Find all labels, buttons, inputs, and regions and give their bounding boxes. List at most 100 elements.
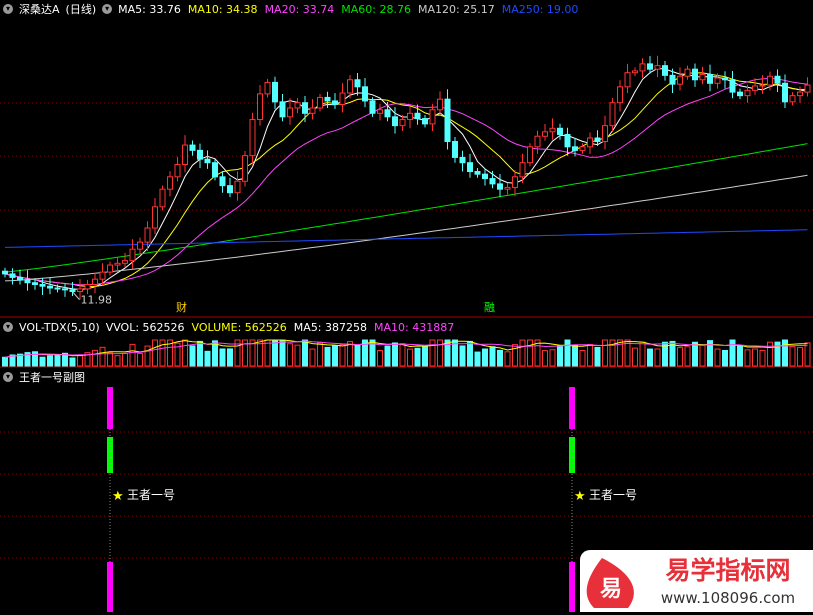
candle-body[interactable] xyxy=(767,75,773,86)
candle-body[interactable] xyxy=(129,248,136,262)
volume-bar[interactable] xyxy=(272,339,278,367)
volume-bar[interactable] xyxy=(782,339,788,367)
volume-bar[interactable] xyxy=(632,347,638,367)
candle-body[interactable] xyxy=(234,180,241,194)
period-label[interactable]: (日线) xyxy=(66,1,97,17)
volume-bar[interactable] xyxy=(737,345,743,367)
ma-settings-icon[interactable]: ▾ xyxy=(102,4,113,14)
candle-body[interactable] xyxy=(414,112,421,120)
volume-bar[interactable] xyxy=(99,346,106,367)
volume-bar[interactable] xyxy=(129,343,136,367)
candle-body[interactable] xyxy=(309,107,316,114)
volume-bar[interactable] xyxy=(309,348,316,367)
candle-body[interactable] xyxy=(429,109,436,125)
volume-bar[interactable] xyxy=(564,339,571,367)
volume-bar[interactable] xyxy=(2,356,8,367)
candle-body[interactable] xyxy=(594,137,601,143)
candle-body[interactable] xyxy=(279,101,286,118)
volume-bar[interactable] xyxy=(459,345,466,367)
candle-body[interactable] xyxy=(699,73,706,81)
price-chart[interactable]: 11.98 财 融 xyxy=(0,18,813,318)
candle-body[interactable] xyxy=(272,81,278,103)
candle-body[interactable] xyxy=(797,91,803,97)
candle-body[interactable] xyxy=(677,75,683,85)
candle-body[interactable] xyxy=(249,118,256,157)
candle-body[interactable] xyxy=(122,260,128,264)
candle-body[interactable] xyxy=(399,118,406,127)
candle-body[interactable] xyxy=(707,73,713,84)
volume-bar[interactable] xyxy=(467,340,473,367)
volume-bar[interactable] xyxy=(407,348,413,367)
volume-bar[interactable] xyxy=(39,356,46,367)
volume-bar[interactable] xyxy=(204,350,211,367)
candle-body[interactable] xyxy=(549,127,556,133)
candle-body[interactable] xyxy=(632,70,638,74)
candle-body[interactable] xyxy=(474,171,481,175)
sub-panel-title[interactable]: 王者一号副图 xyxy=(19,369,85,385)
candle-body[interactable] xyxy=(384,109,391,118)
volume-bar[interactable] xyxy=(549,349,556,367)
candle-body[interactable] xyxy=(782,82,788,103)
candle-body[interactable] xyxy=(167,176,173,190)
candle-body[interactable] xyxy=(17,276,23,281)
candle-body[interactable] xyxy=(92,278,98,285)
volume-bar[interactable] xyxy=(189,345,196,367)
volume-bar[interactable] xyxy=(429,339,436,367)
volume-bar[interactable] xyxy=(294,344,301,367)
candle-body[interactable] xyxy=(204,158,211,164)
candle-body[interactable] xyxy=(317,96,323,109)
candle-body[interactable] xyxy=(24,279,31,284)
candle-body[interactable] xyxy=(354,79,361,88)
candle-body[interactable] xyxy=(669,74,676,85)
candle-body[interactable] xyxy=(437,98,443,111)
candle-body[interactable] xyxy=(722,77,728,81)
volume-bar[interactable] xyxy=(339,344,346,367)
volume-bar[interactable] xyxy=(699,344,706,367)
candle-body[interactable] xyxy=(174,163,181,178)
volume-bar[interactable] xyxy=(684,346,691,367)
volume-bar[interactable] xyxy=(219,348,226,367)
volume-bar[interactable] xyxy=(317,342,323,367)
candle-body[interactable] xyxy=(527,146,533,164)
volume-bar[interactable] xyxy=(302,339,308,367)
volume-bar[interactable] xyxy=(542,350,548,367)
volume-bar[interactable] xyxy=(519,339,526,367)
candle-body[interactable] xyxy=(714,77,721,84)
candle-body[interactable] xyxy=(444,98,451,143)
candle-body[interactable] xyxy=(467,162,473,173)
volume-bar[interactable] xyxy=(789,346,796,367)
volume-bar[interactable] xyxy=(497,349,503,367)
volume-bar[interactable] xyxy=(107,352,113,367)
volume-bar[interactable] xyxy=(399,343,406,367)
candle-body[interactable] xyxy=(287,107,293,118)
candle-body[interactable] xyxy=(752,85,758,91)
volume-bar[interactable] xyxy=(279,339,286,367)
candle-body[interactable] xyxy=(159,188,166,208)
candle-body[interactable] xyxy=(182,144,188,165)
candle-body[interactable] xyxy=(2,270,8,275)
candle-body[interactable] xyxy=(77,288,83,293)
volume-bar[interactable] xyxy=(287,343,293,367)
volume-bar[interactable] xyxy=(729,339,736,367)
candle-body[interactable] xyxy=(264,81,271,95)
volume-bar[interactable] xyxy=(332,345,338,367)
volume-bar[interactable] xyxy=(114,355,121,367)
candle-body[interactable] xyxy=(302,102,308,114)
event-marker[interactable]: 财 xyxy=(176,300,187,314)
candle-body[interactable] xyxy=(114,262,121,266)
volume-bar[interactable] xyxy=(527,339,533,367)
candle-body[interactable] xyxy=(84,283,91,290)
candle-body[interactable] xyxy=(54,287,61,290)
candle-body[interactable] xyxy=(744,89,751,97)
volume-bar[interactable] xyxy=(797,346,803,367)
volume-bar[interactable] xyxy=(759,349,766,367)
candle-body[interactable] xyxy=(489,178,496,185)
candle-body[interactable] xyxy=(564,133,571,148)
candle-body[interactable] xyxy=(572,146,578,151)
volume-bar[interactable] xyxy=(692,341,698,367)
candle-body[interactable] xyxy=(654,65,661,70)
volume-bar[interactable] xyxy=(77,355,83,367)
volume-bar[interactable] xyxy=(159,339,166,367)
candle-body[interactable] xyxy=(189,144,196,151)
volume-bar[interactable] xyxy=(752,348,758,367)
